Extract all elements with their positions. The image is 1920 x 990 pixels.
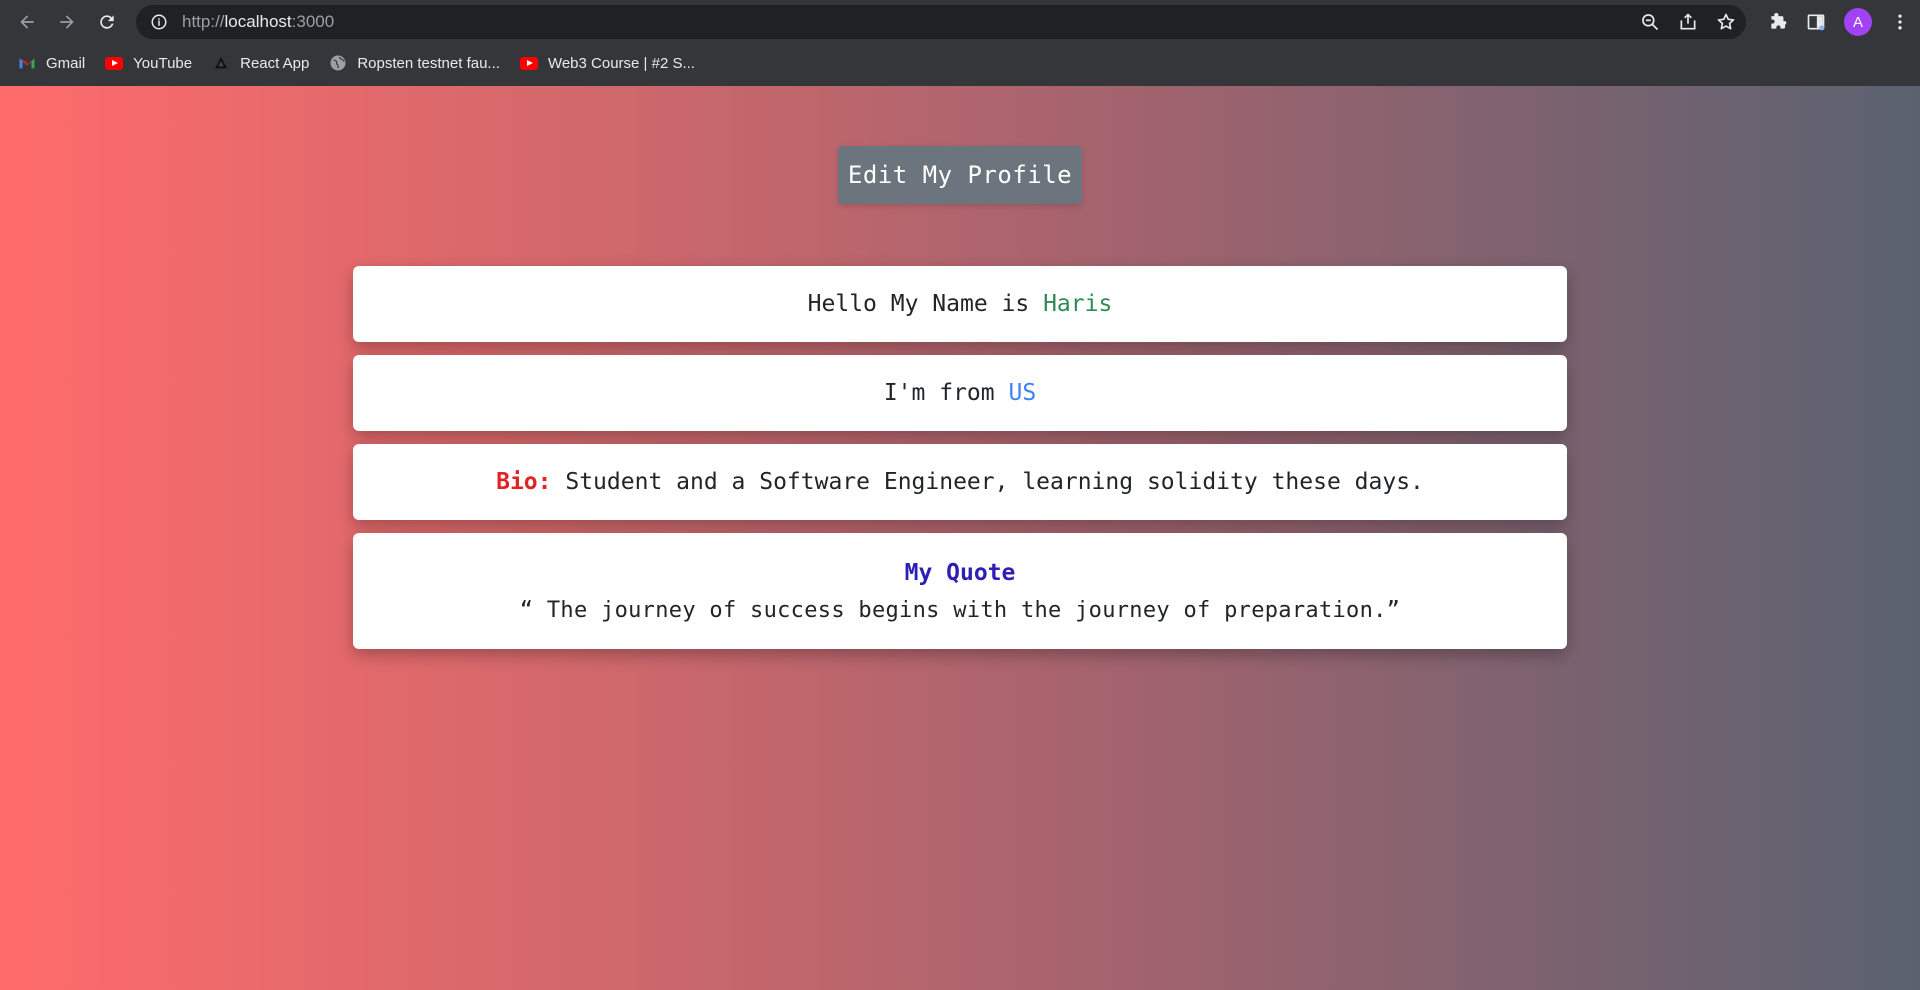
share-icon[interactable]	[1678, 12, 1698, 32]
bookmark-youtube[interactable]: YouTube	[105, 54, 192, 72]
star-icon[interactable]	[1716, 12, 1736, 32]
url-text[interactable]: http://localhost:3000	[182, 12, 1640, 32]
browser-chrome: http://localhost:3000 A Gmail YouTube Re…	[0, 0, 1920, 86]
info-icon[interactable]	[150, 13, 168, 31]
country-prefix: I'm from	[883, 380, 995, 406]
bookmark-ropsten-faucet[interactable]: Ropsten testnet fau...	[329, 54, 500, 72]
bookmark-label: Web3 Course | #2 S...	[547, 54, 695, 72]
youtube-icon	[519, 54, 538, 72]
bookmarks-bar: Gmail YouTube React App Ropsten testnet …	[0, 44, 1920, 82]
zoom-out-icon[interactable]	[1640, 12, 1660, 32]
url-port: :3000	[291, 12, 335, 31]
bio-text: Student and a Software Engineer, learnin…	[565, 469, 1424, 495]
bio-line: Bio: Student and a Software Engineer, le…	[496, 469, 1424, 495]
bookmark-label: Ropsten testnet fau...	[357, 54, 500, 72]
country-line: I'm from US	[884, 380, 1036, 406]
react-app-icon	[212, 54, 230, 72]
side-panel-icon[interactable]	[1806, 12, 1826, 32]
url-host: localhost	[224, 12, 292, 31]
profile-avatar[interactable]: A	[1844, 8, 1872, 36]
more-options-icon[interactable]	[1890, 12, 1910, 32]
profile-cards: Hello My Name is Haris I'm from US Bio: …	[353, 266, 1567, 662]
browser-toolbar: http://localhost:3000 A	[0, 0, 1920, 44]
bio-label: Bio:	[496, 469, 552, 495]
bookmark-label: Gmail	[46, 54, 86, 72]
bookmark-react-app[interactable]: React App	[212, 54, 309, 72]
bookmark-label: React App	[240, 54, 310, 72]
reload-button[interactable]	[92, 7, 122, 37]
quote-text: “ The journey of success begins with the…	[519, 597, 1401, 623]
address-bar[interactable]: http://localhost:3000	[136, 5, 1746, 39]
page-content: Edit My Profile Hello My Name is Haris I…	[0, 86, 1920, 990]
profile-country: US	[1008, 380, 1037, 406]
quote-title: My Quote	[904, 559, 1016, 586]
reload-icon	[100, 15, 114, 29]
gmail-icon	[18, 54, 36, 72]
bookmark-gmail[interactable]: Gmail	[18, 54, 85, 72]
url-scheme: http://	[182, 12, 225, 31]
arrow-left-icon	[20, 15, 34, 29]
name-card: Hello My Name is Haris	[353, 266, 1567, 342]
edit-profile-button[interactable]: Edit My Profile	[838, 146, 1082, 204]
globe-icon	[329, 54, 347, 72]
back-button[interactable]	[12, 7, 42, 37]
youtube-icon	[105, 54, 124, 72]
extensions-icon[interactable]	[1768, 12, 1788, 32]
bookmark-label: YouTube	[133, 54, 193, 72]
bookmark-web3-course[interactable]: Web3 Course | #2 S...	[519, 54, 695, 72]
country-card: I'm from US	[353, 355, 1567, 431]
arrow-right-icon	[60, 15, 74, 29]
profile-name: Haris	[1043, 291, 1113, 317]
name-line: Hello My Name is Haris	[808, 291, 1113, 317]
bio-card: Bio: Student and a Software Engineer, le…	[353, 444, 1567, 520]
quote-card: My Quote “ The journey of success begins…	[353, 533, 1567, 649]
forward-button[interactable]	[52, 7, 82, 37]
name-prefix: Hello My Name is	[807, 291, 1030, 317]
